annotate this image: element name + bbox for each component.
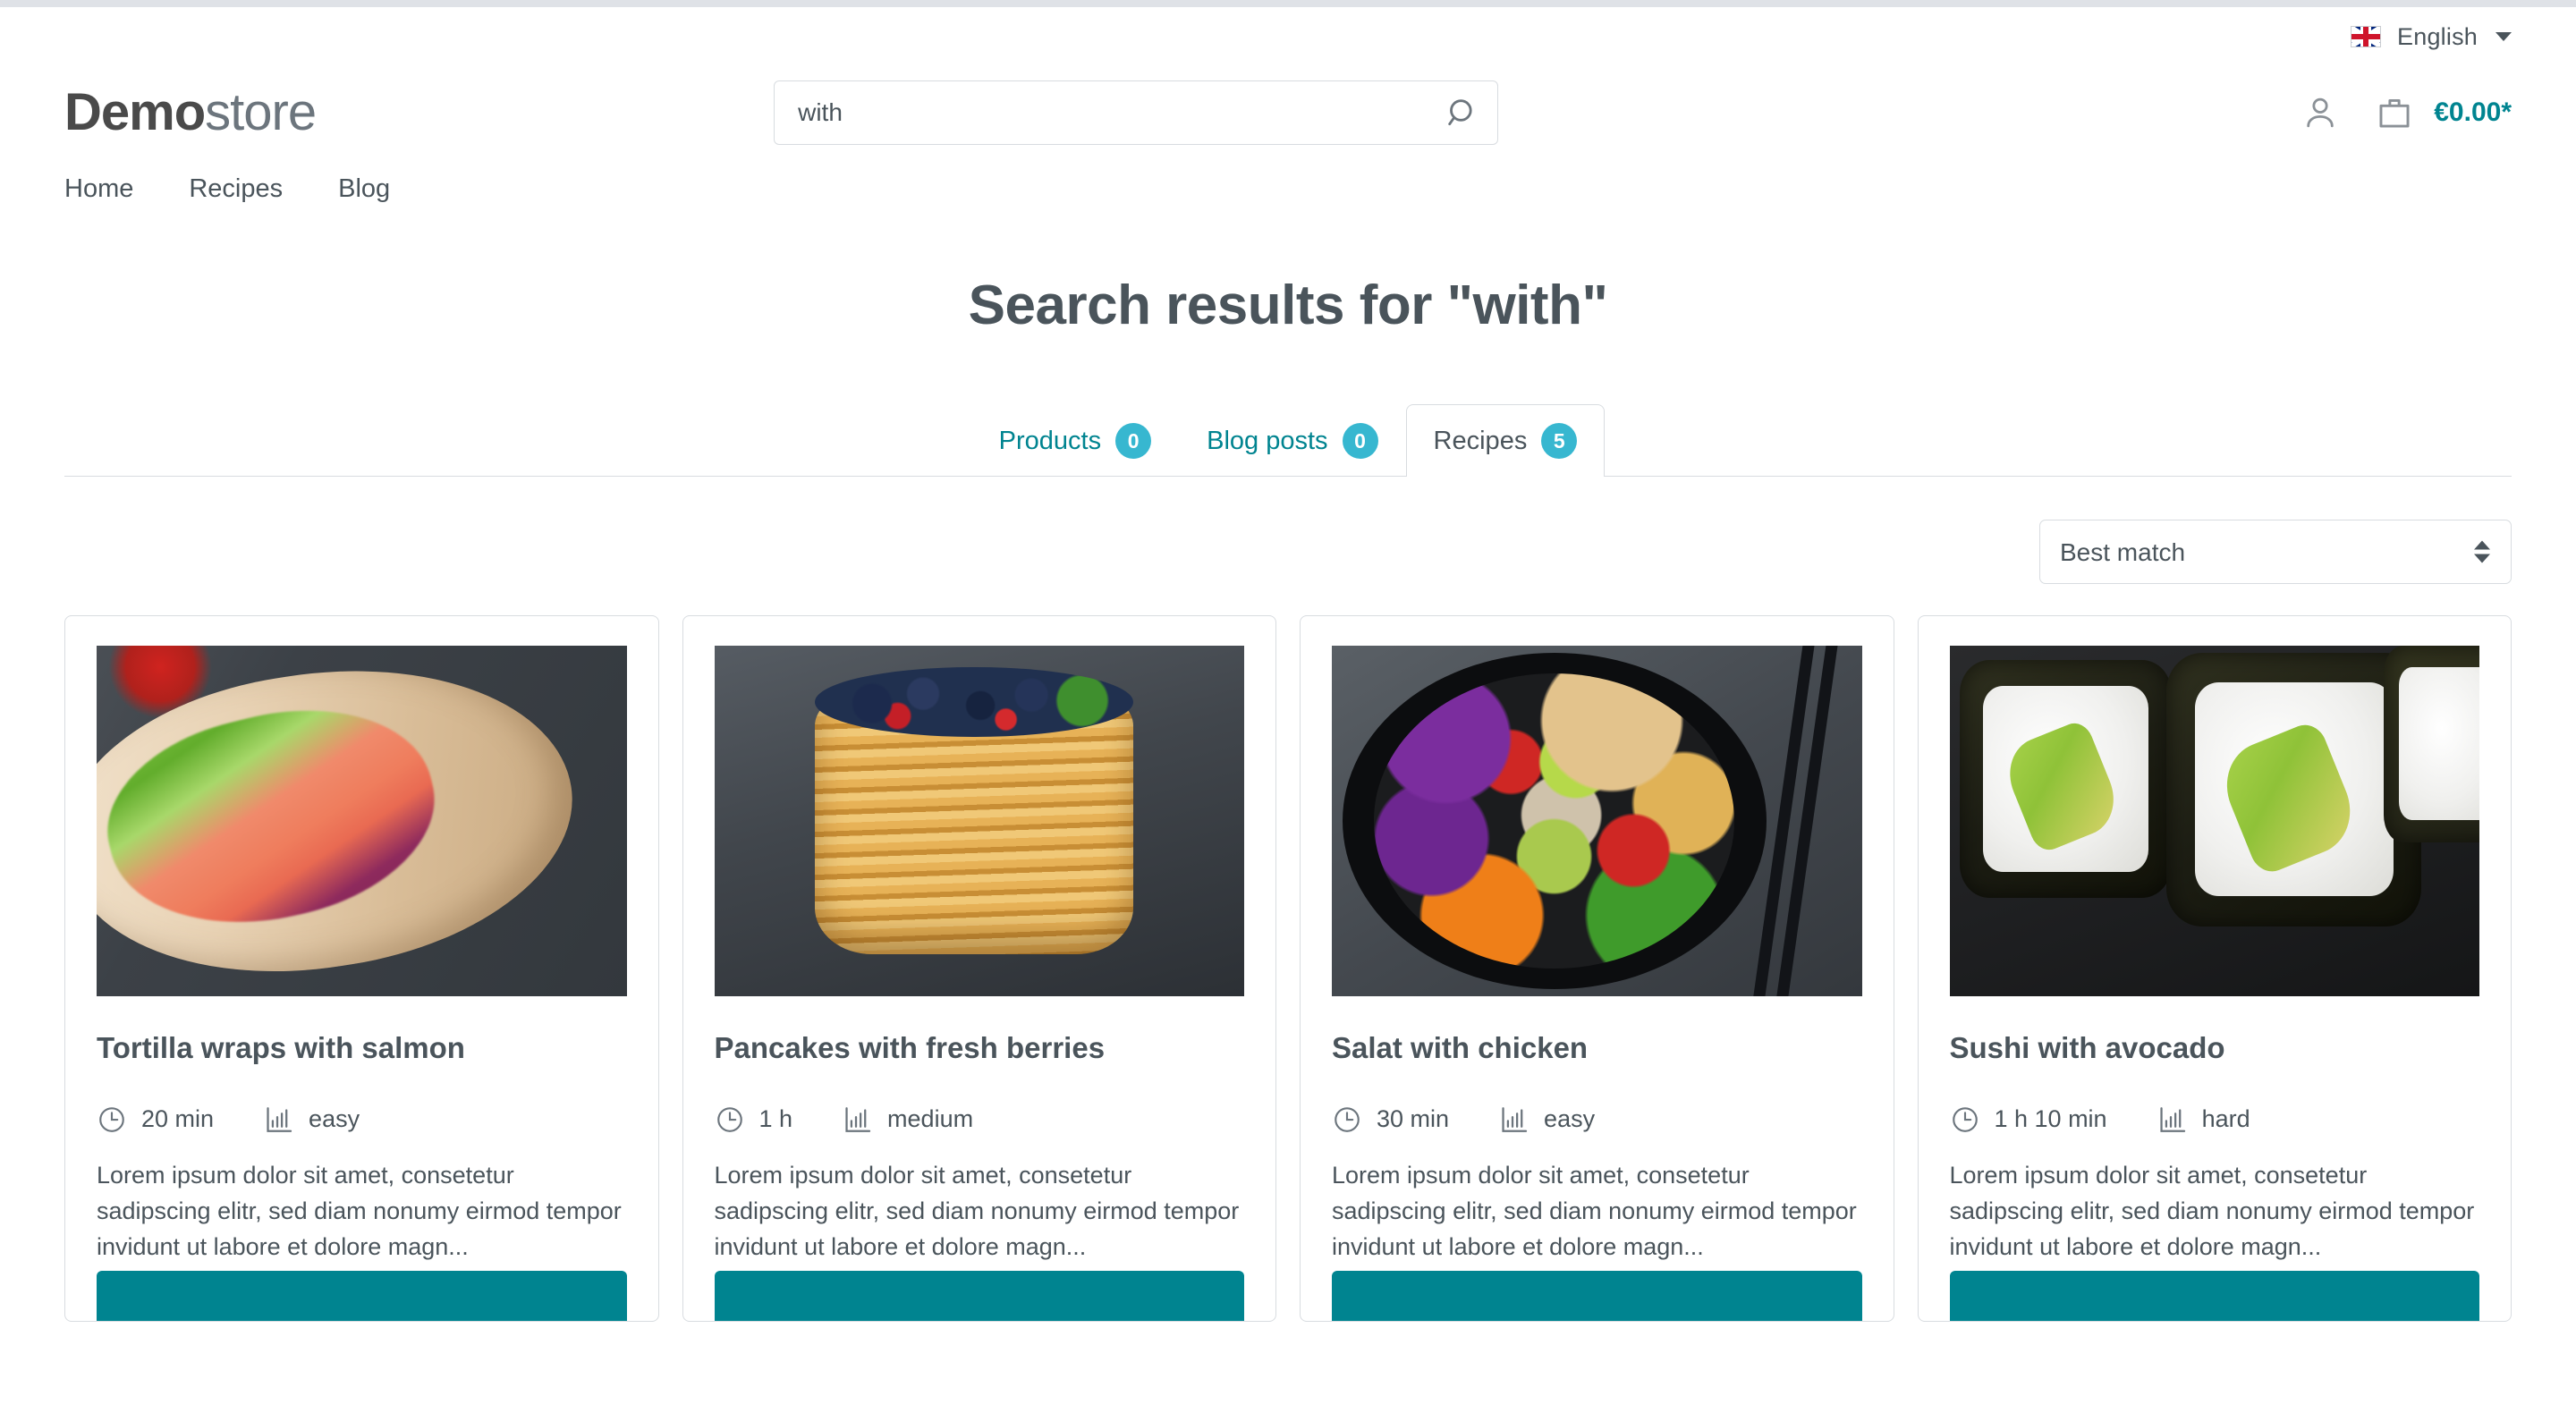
clock-icon	[716, 1106, 742, 1132]
recipe-meta: 20 min easy	[97, 1104, 627, 1135]
recipe-action-button[interactable]: .	[97, 1271, 627, 1321]
tab-products-label: Products	[998, 426, 1102, 455]
tortilla-wrap-photo	[97, 646, 627, 996]
clock-icon	[1335, 1106, 1360, 1132]
tab-recipes[interactable]: Recipes 5	[1405, 404, 1606, 477]
search-input[interactable]	[774, 80, 1499, 145]
search-button[interactable]	[1439, 89, 1486, 136]
recipe-title: Sushi with avocado	[1949, 1031, 2225, 1064]
recipe-title: Salat with chicken	[1332, 1031, 1589, 1064]
recipe-card[interactable]: Salat with chicken 30 min easy Lorem ips…	[1300, 615, 1894, 1322]
sort-select-container: Best match	[2039, 520, 2512, 584]
recipe-time: 20 min	[141, 1105, 215, 1133]
cart-total-amount: €0.00*	[2434, 97, 2512, 127]
recipe-difficulty: easy	[1544, 1105, 1596, 1133]
chevron-down-icon	[2496, 32, 2512, 41]
recipe-time: 30 min	[1377, 1105, 1450, 1133]
recipe-description: Lorem ipsum dolor sit amet, consetetur s…	[97, 1161, 622, 1260]
tab-products[interactable]: Products 0	[971, 404, 1179, 477]
tab-recipes-count: 5	[1541, 423, 1578, 459]
main-navigation: Home Recipes Blog	[0, 159, 2576, 218]
clock-icon	[99, 1106, 124, 1132]
recipe-difficulty: hard	[2201, 1105, 2250, 1133]
nav-item-home[interactable]: Home	[64, 174, 133, 204]
recipe-description: Lorem ipsum dolor sit amet, consetetur s…	[1949, 1161, 2475, 1260]
recipe-image[interactable]	[1332, 646, 1862, 996]
recipe-image[interactable]	[714, 646, 1244, 996]
chopsticks-detail	[1750, 646, 1841, 996]
language-switcher[interactable]: English	[2351, 23, 2512, 51]
bar-chart-icon	[845, 1106, 871, 1132]
search-icon	[1448, 99, 1472, 126]
tab-products-count: 0	[1115, 423, 1152, 459]
bar-chart-icon	[1502, 1106, 1528, 1132]
recipe-action-button[interactable]: .	[1949, 1271, 2479, 1321]
search-tabs-area: Products 0 Blog posts 0 Recipes 5	[0, 404, 2576, 477]
recipe-time: 1 h 10 min	[1994, 1105, 2107, 1133]
recipe-time: 1 h	[758, 1105, 793, 1133]
site-logo[interactable]: Demostore	[64, 87, 317, 139]
sushi-rolls-photo	[1949, 646, 2479, 996]
utility-bar: English	[0, 7, 2576, 66]
recipe-description: Lorem ipsum dolor sit amet, consetetur s…	[714, 1161, 1240, 1260]
search-container	[774, 80, 1499, 145]
recipe-meta: 1 h medium	[715, 1104, 1245, 1135]
site-header: Demostore €0.00*	[0, 66, 2576, 159]
page-title: Search results for "with"	[968, 275, 1608, 336]
uk-flag-icon	[2351, 26, 2382, 47]
header-actions: €0.00*	[2301, 93, 2512, 132]
recipe-meta: 30 min easy	[1332, 1104, 1862, 1135]
pancake-stack-photo	[714, 646, 1244, 996]
tab-blog-posts[interactable]: Blog posts 0	[1179, 404, 1405, 477]
salad-bowl-photo	[1332, 646, 1862, 996]
search-tabs: Products 0 Blog posts 0 Recipes 5	[64, 404, 2512, 477]
recipe-difficulty: easy	[309, 1105, 360, 1133]
bar-chart-icon	[2159, 1106, 2185, 1132]
shopping-bag-icon	[2379, 98, 2410, 128]
sort-select[interactable]: Best match	[2039, 520, 2512, 584]
recipe-meta: 1 h 10 min hard	[1950, 1104, 2480, 1135]
recipe-difficulty: medium	[887, 1105, 974, 1133]
recipe-description: Lorem ipsum dolor sit amet, consetetur s…	[1332, 1161, 1857, 1260]
logo-bold-part: Demo	[64, 83, 206, 141]
cart-button[interactable]	[2375, 93, 2414, 132]
recipe-image[interactable]	[1949, 646, 2479, 996]
recipe-title: Tortilla wraps with salmon	[97, 1031, 465, 1064]
logo-light-part: store	[205, 83, 317, 141]
clock-icon	[1952, 1106, 1978, 1132]
recipe-card[interactable]: Sushi with avocado 1 h 10 min hard Lorem…	[1917, 615, 2512, 1322]
tab-recipes-label: Recipes	[1433, 426, 1528, 455]
tab-blog-posts-count: 0	[1342, 423, 1378, 459]
bar-chart-icon	[267, 1106, 292, 1132]
language-label: English	[2397, 22, 2478, 50]
user-icon	[2307, 97, 2334, 128]
recipe-action-button[interactable]: .	[1332, 1271, 1862, 1321]
nav-item-recipes[interactable]: Recipes	[189, 174, 283, 204]
recipe-card-grid: Tortilla wraps with salmon 20 min easy L…	[0, 615, 2576, 1322]
tab-blog-posts-label: Blog posts	[1207, 426, 1328, 455]
top-accent-strip	[0, 0, 2576, 7]
recipe-title: Pancakes with fresh berries	[714, 1031, 1106, 1064]
sorting-row: Best match	[0, 520, 2576, 584]
account-button[interactable]	[2301, 94, 2339, 131]
recipe-action-button[interactable]: .	[714, 1271, 1244, 1321]
recipe-card[interactable]: Pancakes with fresh berries 1 h medium L…	[682, 615, 1276, 1322]
cart-widget[interactable]: €0.00*	[2375, 93, 2512, 132]
recipe-image[interactable]	[97, 646, 627, 996]
nav-item-blog[interactable]: Blog	[338, 174, 390, 204]
recipe-card[interactable]: Tortilla wraps with salmon 20 min easy L…	[64, 615, 659, 1322]
